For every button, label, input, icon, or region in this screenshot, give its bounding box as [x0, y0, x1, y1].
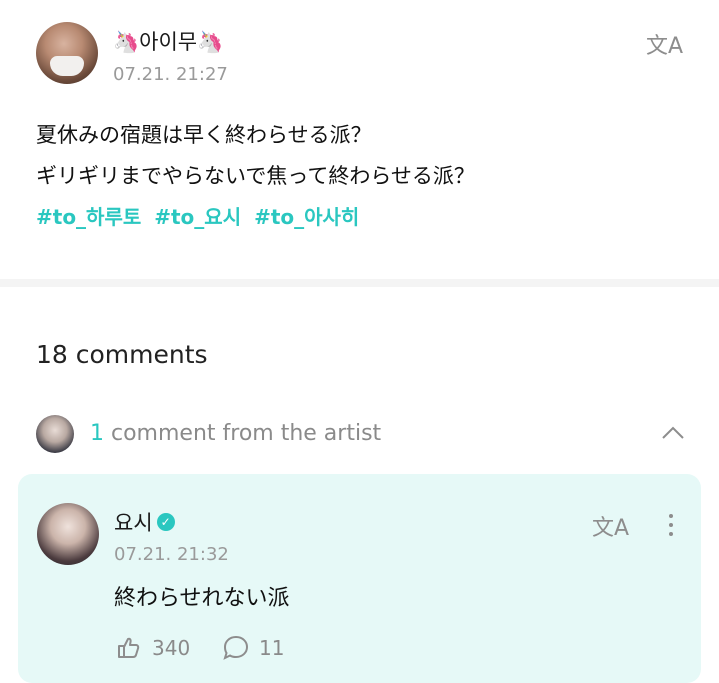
comment-author-avatar[interactable] — [37, 503, 99, 565]
comment-timestamp: 07.21. 21:32 — [114, 544, 229, 565]
reply-count: 11 — [259, 636, 285, 660]
artist-comment-label: comment from the artist — [111, 421, 382, 446]
comment-author[interactable]: 요시 ✓ — [114, 507, 175, 537]
comments-count: 18 comments — [36, 340, 208, 369]
section-divider — [0, 279, 719, 287]
artist-avatar-small — [36, 415, 74, 453]
artist-comment-count: 1 — [90, 421, 104, 446]
chevron-up-icon[interactable] — [660, 420, 686, 446]
post-line: ギリギリまでやらないで焦って終わらせる派？ — [36, 164, 475, 188]
hashtag-list: #to_하루토 #to_요시 #to_아사히 — [36, 197, 475, 238]
like-count: 340 — [152, 636, 191, 660]
comment-author-name: 요시 — [114, 511, 153, 535]
translate-icon[interactable]: 文A — [646, 28, 683, 60]
artist-comments-toggle[interactable]: 1 comment from the artist — [90, 421, 381, 446]
hashtag-link[interactable]: #to_아사히 — [254, 205, 359, 229]
comment-translate-icon[interactable]: 文A — [592, 510, 629, 542]
reply-icon[interactable] — [222, 634, 250, 662]
hashtag-link[interactable]: #to_요시 — [154, 205, 241, 229]
post-line: 夏休みの宿題は早く終わらせる派？ — [36, 123, 372, 147]
post-timestamp: 07.21. 21:27 — [113, 64, 228, 85]
like-icon[interactable] — [115, 634, 141, 660]
post-body: 夏休みの宿題は早く終わらせる派？ ギリギリまでやらないで焦って終わらせる派？ #… — [36, 115, 475, 238]
hashtag-link[interactable]: #to_하루토 — [36, 205, 141, 229]
post-author-avatar[interactable] — [36, 22, 98, 84]
verified-badge-icon: ✓ — [156, 513, 175, 531]
comment-text: 終わらせれない派 — [114, 586, 290, 611]
post-author-name[interactable]: 🦄아이무🦄 — [113, 26, 223, 56]
more-options-icon[interactable] — [664, 510, 678, 544]
